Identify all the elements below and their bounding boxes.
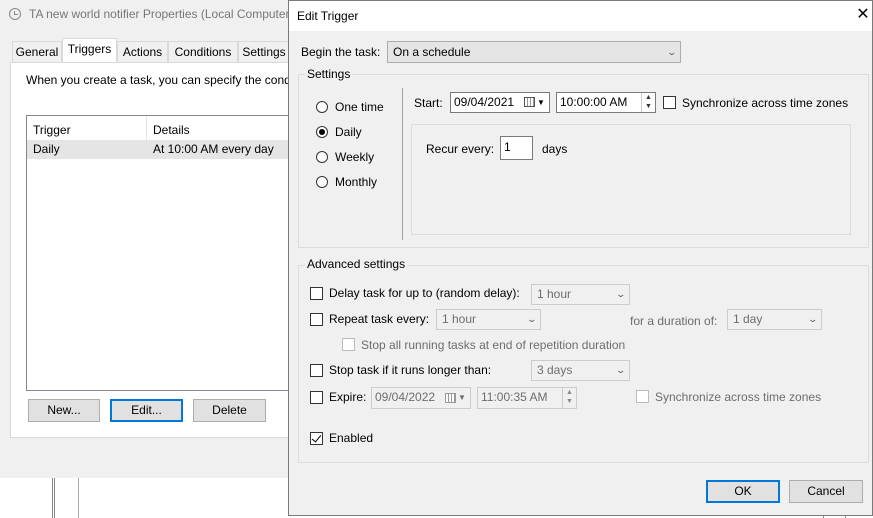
start-label: Start: xyxy=(414,96,443,110)
stop-running-checkbox[interactable] xyxy=(342,338,355,351)
stop-longer-value: 3 days xyxy=(537,363,573,377)
stop-running-label: Stop all running tasks at end of repetit… xyxy=(361,338,626,352)
stop-longer-checkbox[interactable] xyxy=(310,364,323,377)
delete-button[interactable]: Delete xyxy=(193,399,266,422)
expire-label: Expire: xyxy=(329,390,367,404)
ok-button[interactable]: OK xyxy=(706,480,780,503)
chevron-down-icon: ⌄ xyxy=(526,314,538,324)
recur-unit: days xyxy=(542,142,568,156)
enabled-label: Enabled xyxy=(329,431,374,445)
expire-date-picker[interactable]: 09/04/2022 ▼ xyxy=(371,387,471,409)
calendar-icon xyxy=(524,97,535,107)
stop-longer-select[interactable]: 3 days ⌄ xyxy=(531,360,630,381)
radio-monthly[interactable] xyxy=(316,176,328,188)
chevron-down-icon: ▼ xyxy=(537,98,545,107)
column-header-trigger[interactable]: Trigger xyxy=(33,120,71,140)
chevron-down-icon: ⌄ xyxy=(807,314,819,324)
radio-daily-label: Daily xyxy=(335,125,362,139)
recurrence-panel xyxy=(411,124,851,235)
expire-date-value: 09/04/2022 xyxy=(375,390,436,404)
start-date-picker[interactable]: 09/04/2021 ▼ xyxy=(450,92,550,113)
chevron-down-icon: ⌄ xyxy=(615,365,627,375)
cancel-button[interactable]: Cancel xyxy=(789,480,863,503)
divider xyxy=(52,478,55,518)
expire-checkbox[interactable] xyxy=(310,391,323,404)
tab-conditions[interactable]: Conditions xyxy=(168,41,238,62)
start-time-value: 10:00:00 AM xyxy=(560,95,628,109)
delay-select[interactable]: 1 hour ⌄ xyxy=(531,284,630,305)
row-trigger: Daily xyxy=(33,142,60,156)
dialog-title: Edit Trigger xyxy=(297,9,359,23)
stop-longer-label: Stop task if it runs longer than: xyxy=(329,363,492,377)
calendar-icon xyxy=(445,393,456,403)
chevron-down-icon: ▼ xyxy=(458,393,466,402)
settings-divider xyxy=(402,88,403,240)
tab-general[interactable]: General xyxy=(12,41,62,62)
column-divider xyxy=(146,116,147,140)
dialog-titlebar xyxy=(289,1,872,31)
intro-text: When you create a task, you can specify … xyxy=(26,73,294,87)
sync-timezones-checkbox[interactable] xyxy=(663,96,676,109)
begin-task-select[interactable]: On a schedule ⌄ xyxy=(387,41,681,63)
repeat-label: Repeat task every: xyxy=(329,312,430,326)
radio-one-time-label: One time xyxy=(335,100,384,114)
expire-sync-label: Synchronize across time zones xyxy=(655,390,822,404)
delay-value: 1 hour xyxy=(537,287,572,301)
column-header-details[interactable]: Details xyxy=(153,120,190,140)
recur-input[interactable]: 1 xyxy=(500,136,533,160)
window-title: TA new world notifier Properties (Local … xyxy=(29,7,290,21)
radio-monthly-label: Monthly xyxy=(335,175,378,189)
sync-timezones-label: Synchronize across time zones xyxy=(682,96,849,110)
recur-label: Recur every: xyxy=(426,142,495,156)
start-date-value: 09/04/2021 xyxy=(454,95,515,109)
divider xyxy=(78,478,79,518)
expire-time-value: 11:00:35 AM xyxy=(481,390,548,404)
radio-daily[interactable] xyxy=(316,126,328,138)
start-time-field[interactable]: 10:00:00 AM ▲ ▼ xyxy=(556,92,656,113)
tab-settings[interactable]: Settings xyxy=(238,41,290,62)
chevron-down-icon: ⌄ xyxy=(666,47,678,57)
repeat-select[interactable]: 1 hour ⌄ xyxy=(436,309,541,330)
close-icon[interactable]: ✕ xyxy=(853,5,873,25)
repeat-checkbox[interactable] xyxy=(310,313,323,326)
duration-select[interactable]: 1 day ⌄ xyxy=(727,309,822,330)
radio-weekly[interactable] xyxy=(316,151,328,163)
delay-label: Delay task for up to (random delay): xyxy=(329,286,520,300)
tab-actions[interactable]: Actions xyxy=(117,41,168,62)
time-spinner[interactable]: ▲ ▼ xyxy=(641,93,655,112)
delay-checkbox[interactable] xyxy=(310,287,323,300)
new-button[interactable]: New... xyxy=(28,399,100,422)
chevron-down-icon: ⌄ xyxy=(615,289,627,299)
radio-one-time[interactable] xyxy=(316,101,328,113)
time-spinner[interactable]: ▲ ▼ xyxy=(562,388,576,408)
begin-task-value: On a schedule xyxy=(393,45,471,59)
row-details: At 10:00 AM every day xyxy=(153,142,274,156)
clock-icon xyxy=(9,8,21,20)
tab-triggers[interactable]: Triggers xyxy=(62,38,117,63)
advanced-group-label: Advanced settings xyxy=(305,257,408,271)
enabled-checkbox[interactable] xyxy=(310,432,323,445)
expire-sync-checkbox[interactable] xyxy=(636,390,649,403)
begin-task-label: Begin the task: xyxy=(301,45,381,59)
settings-group-label: Settings xyxy=(305,67,353,81)
repeat-value: 1 hour xyxy=(442,312,477,326)
edit-button[interactable]: Edit... xyxy=(110,399,183,422)
duration-value: 1 day xyxy=(733,312,763,326)
duration-label: for a duration of: xyxy=(630,314,718,328)
radio-weekly-label: Weekly xyxy=(335,150,375,164)
expire-time-field[interactable]: 11:00:35 AM ▲ ▼ xyxy=(477,387,577,409)
